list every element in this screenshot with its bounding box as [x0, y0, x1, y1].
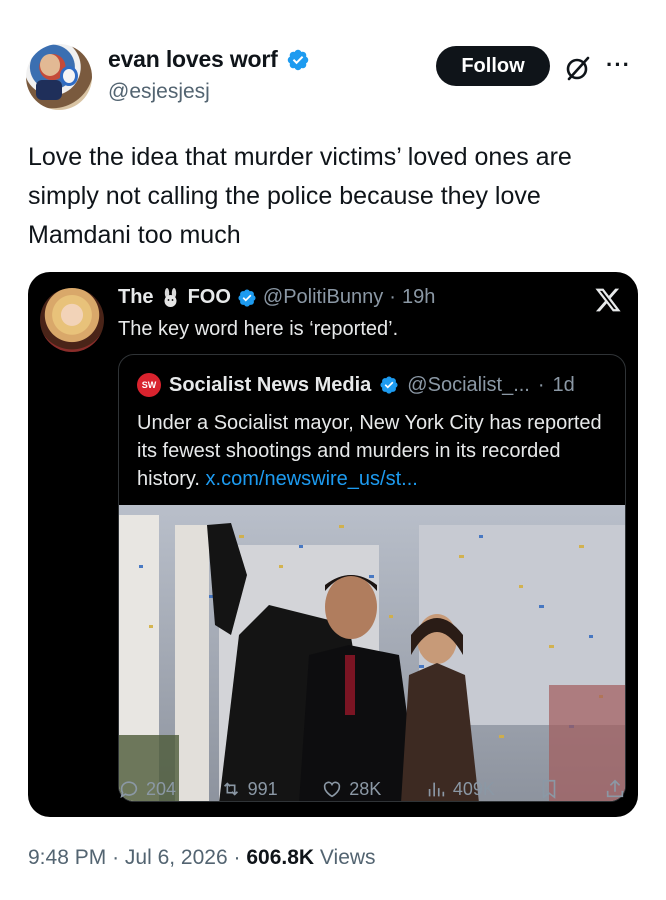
- author-name-row[interactable]: evan loves worf: [108, 46, 310, 73]
- separator-dot: ·: [389, 286, 396, 308]
- author-display-name[interactable]: evan loves worf: [108, 46, 278, 73]
- inner-quote-text: Under a Socialist mayor, New York City h…: [137, 409, 617, 493]
- post-actions: 204 991 28K 409K: [118, 772, 626, 806]
- post-date[interactable]: Jul 6, 2026: [125, 846, 228, 869]
- more-icon[interactable]: ···: [606, 52, 631, 78]
- grok-icon[interactable]: [564, 54, 592, 82]
- bunny-icon: [164, 287, 177, 307]
- quoted-post-text: The key word here is ‘reported’.: [118, 318, 399, 340]
- inner-quote-time: 1d: [552, 373, 575, 396]
- like-button[interactable]: 28K: [321, 778, 381, 800]
- repost-button[interactable]: 991: [220, 778, 278, 800]
- quoted-author-name-prefix: The: [118, 286, 154, 308]
- separator-dot: ·: [233, 846, 241, 869]
- quoted-post-card[interactable]: The FOO @PolitiBunny · 19h The key word …: [28, 272, 638, 817]
- views-count: 409K: [452, 778, 495, 799]
- quoted-author-name-suffix: FOO: [187, 286, 231, 308]
- views-icon: [428, 782, 444, 797]
- share-button[interactable]: [604, 778, 626, 800]
- confetti-celebration-photo: [119, 505, 625, 801]
- share-icon: [606, 779, 624, 798]
- views-total: 606.8K: [246, 846, 315, 869]
- bookmark-icon: [543, 779, 556, 799]
- repost-count: 991: [247, 778, 278, 799]
- socialist-news-logo: SW: [137, 373, 161, 397]
- verified-badge-icon: [238, 288, 256, 307]
- inner-quote-handle: @Socialist_...: [407, 373, 530, 396]
- views-label: Views: [319, 846, 376, 869]
- author-handle[interactable]: @esjesjesj: [108, 80, 210, 104]
- inner-quote-author-name: Socialist News Media: [169, 373, 372, 396]
- separator-dot: ·: [537, 373, 545, 396]
- inner-quote-header[interactable]: SW Socialist News Media @Socialist_... ·…: [137, 373, 575, 397]
- inner-quote-link[interactable]: x.com/newswire_us/st...: [206, 468, 418, 490]
- separator-dot: ·: [112, 846, 120, 869]
- author-avatar[interactable]: [26, 44, 92, 110]
- reply-count: 204: [146, 778, 177, 799]
- verified-badge-icon: [380, 376, 398, 394]
- repost-icon: [223, 782, 238, 796]
- inner-quote-photo[interactable]: [119, 505, 625, 801]
- reply-button[interactable]: 204: [118, 778, 176, 800]
- like-count: 28K: [349, 778, 382, 799]
- tweet-header: evan loves worf @esjesjesj Follow ···: [26, 42, 640, 114]
- x-logo-icon: [595, 288, 621, 312]
- tweet-text: Love the idea that murder victims’ loved…: [28, 143, 572, 249]
- reply-icon: [120, 781, 138, 799]
- quoted-post-time[interactable]: 19h: [402, 286, 435, 309]
- verified-badge-icon: [287, 49, 308, 70]
- quoted-author-avatar[interactable]: [40, 288, 104, 352]
- inner-quote-card[interactable]: SW Socialist News Media @Socialist_... ·…: [118, 354, 626, 802]
- post-meta: 9:48 PM · Jul 6, 2026 · 606.8K Views: [28, 846, 376, 870]
- bookmark-button[interactable]: [538, 778, 560, 800]
- post-time[interactable]: 9:48 PM: [28, 846, 106, 869]
- quoted-author-row[interactable]: The FOO @PolitiBunny · 19h: [118, 286, 435, 309]
- quoted-author-handle: @PolitiBunny: [262, 286, 384, 308]
- follow-button[interactable]: Follow: [436, 46, 550, 86]
- like-icon: [324, 781, 341, 798]
- views-button[interactable]: 409K: [425, 778, 495, 800]
